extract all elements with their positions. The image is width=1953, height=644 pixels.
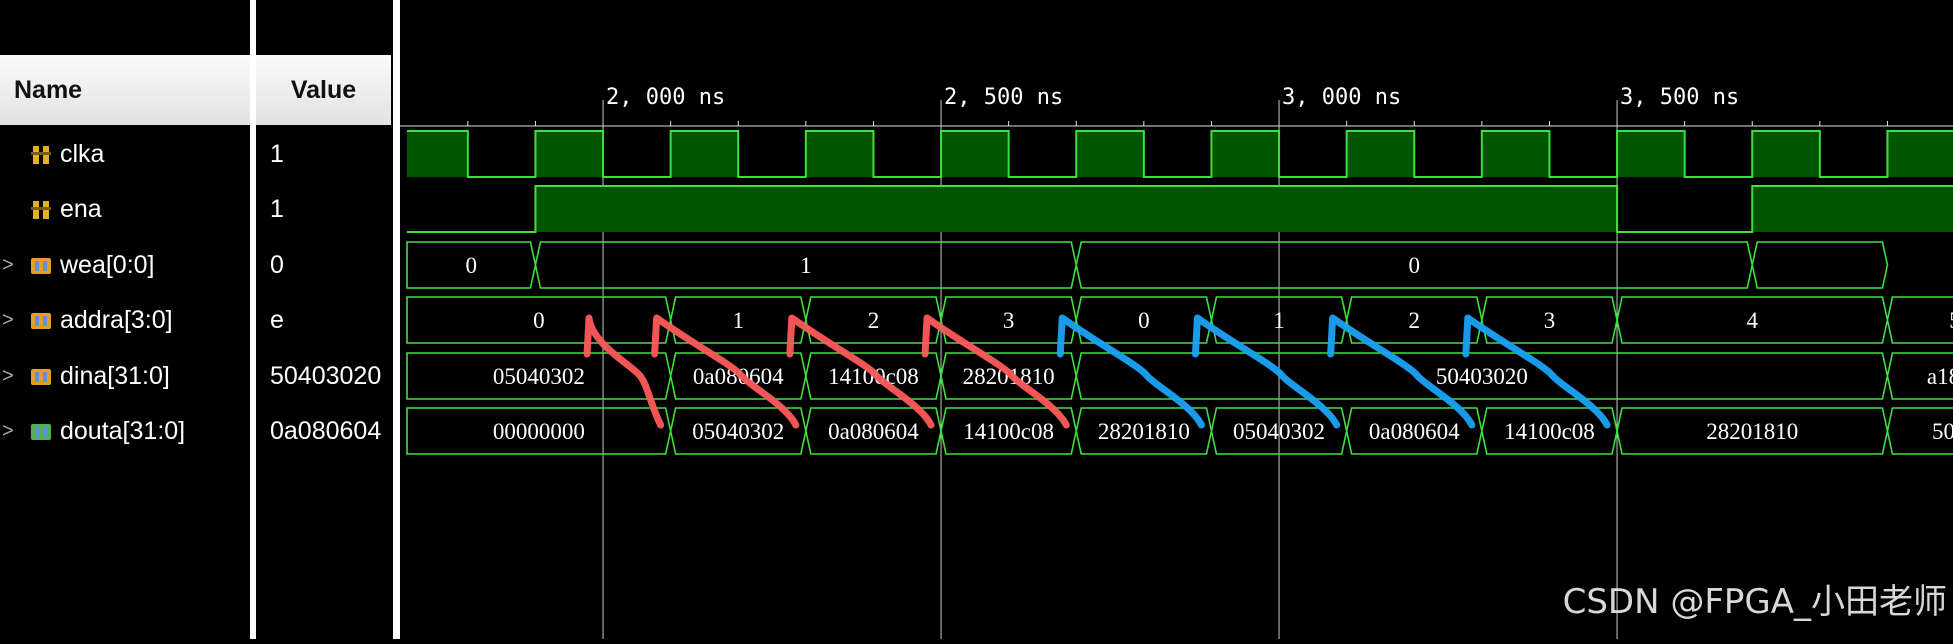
waveform-panel[interactable]: 2, 000 ns 2, 500 ns 3, 000 ns 3, 500 ns 0 1 0 0… bbox=[400, 0, 1953, 639]
wea-value-label: 0 bbox=[465, 253, 477, 278]
input-bus-icon bbox=[30, 255, 52, 277]
signal-value: 0a080604 bbox=[270, 417, 382, 445]
signal-high-fill bbox=[1752, 186, 1953, 232]
signal-high-fill bbox=[805, 131, 874, 177]
addra-value-label: 1 bbox=[732, 308, 744, 333]
signal-value-row: 1 bbox=[256, 127, 391, 182]
chevron-right-icon[interactable]: > bbox=[2, 254, 14, 277]
chevron-right-icon[interactable]: > bbox=[2, 420, 14, 443]
douta-value-label: 05040302 bbox=[692, 419, 784, 444]
signal-row[interactable]: > wea[0:0] bbox=[0, 238, 250, 293]
signal-value: 50403020 bbox=[270, 362, 382, 390]
addra-value-label: 2 bbox=[1408, 308, 1420, 333]
value-column: Value 1 1 0 e 50403020 0a080604 bbox=[256, 0, 391, 639]
input-bus-icon bbox=[30, 366, 52, 388]
signal-row[interactable]: > dina[31:0] bbox=[0, 349, 250, 404]
signal-value-row: 50403020 bbox=[256, 349, 391, 404]
signal-high-fill bbox=[941, 131, 1009, 177]
signal-name: wea[0:0] bbox=[60, 251, 155, 279]
douta-value-label: 05040302 bbox=[1233, 419, 1325, 444]
signal-value-row: e bbox=[256, 293, 391, 348]
douta-value-label: 0a080604 bbox=[828, 419, 919, 444]
signal-name: clka bbox=[60, 140, 105, 168]
signal-row[interactable]: clka bbox=[0, 127, 250, 182]
douta-value-label: 0a080604 bbox=[1369, 419, 1460, 444]
signal-high-fill bbox=[1211, 131, 1280, 177]
addra-value-label: 1 bbox=[1273, 308, 1285, 333]
wave-divider[interactable] bbox=[393, 0, 400, 639]
input-bit-icon bbox=[30, 199, 52, 221]
signal-value: 1 bbox=[270, 140, 284, 168]
name-column: Name clka ena > wea[0:0] > addra[3:0] > dina[31… bbox=[0, 0, 250, 639]
timeline-tick-label: 2, 500 ns bbox=[944, 85, 1063, 110]
dina-value-label: a1810 bbox=[1927, 364, 1953, 389]
signal-value-row: 0a080604 bbox=[256, 404, 391, 459]
addra-value-segment bbox=[1886, 296, 1953, 344]
signal-high-fill bbox=[535, 186, 1618, 232]
signal-high-fill bbox=[1752, 131, 1820, 177]
wea-value-segment bbox=[1751, 241, 1889, 289]
signal-name: ena bbox=[60, 195, 102, 223]
signal-name: addra[3:0] bbox=[60, 306, 173, 334]
addra-value-label: 0 bbox=[533, 308, 545, 333]
addra-value-label: 5 bbox=[1949, 308, 1953, 333]
douta-value-label: 14100c08 bbox=[1504, 419, 1595, 444]
signal-value: 1 bbox=[270, 195, 284, 223]
signal-high-fill bbox=[407, 131, 468, 177]
signal-value: 0 bbox=[270, 251, 284, 279]
wea-value-label: 1 bbox=[800, 253, 812, 278]
signal-name: douta[31:0] bbox=[60, 417, 186, 445]
dina-value-label: 50403020 bbox=[1436, 364, 1528, 389]
signal-high-fill bbox=[1346, 131, 1415, 177]
signal-high-fill bbox=[1076, 131, 1144, 177]
signal-high-fill bbox=[1617, 131, 1685, 177]
name-column-title: Name bbox=[14, 75, 83, 104]
addra-value-label: 3 bbox=[1544, 308, 1556, 333]
clka-waveform bbox=[407, 130, 1953, 178]
chevron-right-icon[interactable]: > bbox=[2, 309, 14, 332]
input-bit-icon bbox=[30, 144, 52, 166]
signal-high-fill bbox=[1887, 131, 1953, 177]
douta-value-label: 5040 bbox=[1932, 419, 1953, 444]
addra-value-label: 2 bbox=[868, 308, 880, 333]
signal-value-row: 1 bbox=[256, 182, 391, 237]
signal-row[interactable]: > addra[3:0] bbox=[0, 293, 250, 348]
signal-row[interactable]: > douta[31:0] bbox=[0, 404, 250, 459]
chevron-right-icon[interactable]: > bbox=[2, 365, 14, 388]
timeline-tick-label: 2, 000 ns bbox=[606, 85, 725, 110]
value-column-header[interactable]: Value bbox=[256, 55, 391, 125]
value-column-title: Value bbox=[290, 75, 357, 104]
signal-high-fill bbox=[535, 131, 604, 177]
addra-value-label: 4 bbox=[1746, 308, 1758, 333]
annotation-stroke bbox=[583, 314, 665, 429]
dina-value-label: 05040302 bbox=[493, 364, 585, 389]
wea-value-label: 0 bbox=[1408, 253, 1420, 278]
signal-high-fill bbox=[1481, 131, 1550, 177]
input-bus-icon bbox=[30, 421, 52, 443]
douta-value-label: 14100c08 bbox=[963, 419, 1054, 444]
signal-name: dina[31:0] bbox=[60, 362, 170, 390]
watermark: CSDN @FPGA_小田老师 bbox=[1562, 582, 1947, 622]
name-column-header[interactable]: Name bbox=[0, 55, 250, 125]
douta-value-label: 28201810 bbox=[1098, 419, 1190, 444]
input-bus-icon bbox=[30, 310, 52, 332]
signal-high-fill bbox=[670, 131, 739, 177]
signal-row[interactable]: ena bbox=[0, 182, 250, 237]
signal-value-row: 0 bbox=[256, 238, 391, 293]
timeline-tick-label: 3, 000 ns bbox=[1282, 85, 1401, 110]
signal-value: e bbox=[270, 306, 284, 334]
timeline-tick-label: 3, 500 ns bbox=[1620, 85, 1739, 110]
douta-value-label: 00000000 bbox=[493, 419, 585, 444]
addra-value-label: 3 bbox=[1003, 308, 1015, 333]
waveform-canvas[interactable]: 2, 000 ns 2, 500 ns 3, 000 ns 3, 500 ns0 1 00… bbox=[400, 0, 1953, 639]
addra-value-label: 0 bbox=[1138, 308, 1150, 333]
douta-value-label: 28201810 bbox=[1706, 419, 1798, 444]
